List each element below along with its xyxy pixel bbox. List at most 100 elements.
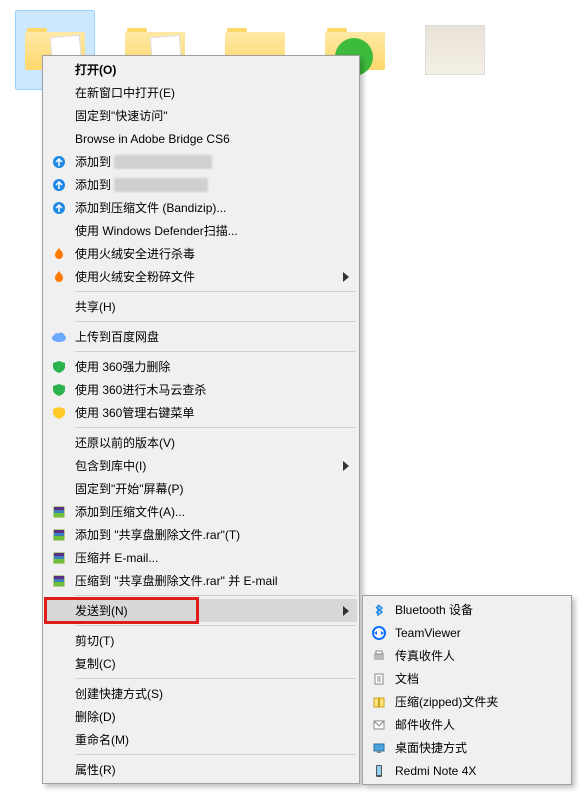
menu-item-label: 创建快捷方式(S): [75, 685, 327, 702]
menu-item-label: 固定到"开始"屏幕(P): [75, 480, 327, 497]
green-shield-icon: [49, 358, 69, 376]
menu-item-label: 共享(H): [75, 298, 327, 315]
green-shield-icon: [49, 381, 69, 399]
menu-item[interactable]: 创建快捷方式(S): [45, 682, 357, 705]
submenu-item-label: Bluetooth 设备: [395, 601, 539, 618]
yellow-shield-icon: [49, 404, 69, 422]
blank-icon: [49, 708, 69, 726]
blue-circle-icon: [49, 153, 69, 171]
menu-item-label: 压缩并 E-mail...: [75, 549, 327, 566]
blank-icon: [49, 480, 69, 498]
menu-separator: [75, 321, 356, 322]
menu-item[interactable]: 使用 360管理右键菜单: [45, 401, 357, 424]
menu-item-label: 添加到 XXXXXXXXXX .Z: [75, 176, 327, 193]
menu-item[interactable]: 删除(D): [45, 705, 357, 728]
doc-icon: [369, 670, 389, 688]
menu-item-label: 属性(R): [75, 761, 327, 778]
submenu-item-label: TeamViewer: [395, 626, 539, 640]
submenu-item[interactable]: TeamViewer: [365, 621, 569, 644]
menu-item[interactable]: 添加到 "共享盘删除文件.rar"(T): [45, 523, 357, 546]
menu-item-label: 添加到压缩文件 (Bandizip)...: [75, 199, 327, 216]
zip-icon: [369, 693, 389, 711]
menu-item[interactable]: 使用火绒安全粉碎文件: [45, 265, 357, 288]
menu-item[interactable]: 使用 360强力删除: [45, 355, 357, 378]
menu-item-label: 使用 360管理右键菜单: [75, 404, 327, 421]
menu-item[interactable]: 重命名(M): [45, 728, 357, 751]
menu-item-label: 使用火绒安全粉碎文件: [75, 268, 327, 285]
blank-icon: [49, 655, 69, 673]
fax-icon: [369, 647, 389, 665]
menu-item[interactable]: 添加到压缩文件(A)...: [45, 500, 357, 523]
menu-item-label: 复制(C): [75, 655, 327, 672]
menu-item[interactable]: 共享(H): [45, 295, 357, 318]
submenu-item[interactable]: 文档: [365, 667, 569, 690]
menu-item[interactable]: 固定到"开始"屏幕(P): [45, 477, 357, 500]
menu-separator: [75, 595, 356, 596]
submenu-item[interactable]: 桌面快捷方式: [365, 736, 569, 759]
submenu-item-label: 邮件收件人: [395, 716, 539, 733]
submenu-item[interactable]: 邮件收件人: [365, 713, 569, 736]
blank-icon: [49, 84, 69, 102]
submenu-item[interactable]: Redmi Note 4X: [365, 759, 569, 782]
blank-icon: [49, 298, 69, 316]
menu-item-label: 使用 360进行木马云查杀: [75, 381, 327, 398]
blank-icon: [49, 731, 69, 749]
menu-item[interactable]: 使用 Windows Defender扫描...: [45, 219, 357, 242]
menu-item[interactable]: 发送到(N): [45, 599, 357, 622]
blank-icon: [49, 632, 69, 650]
menu-item[interactable]: 固定到"快速访问": [45, 104, 357, 127]
menu-item-label: 使用 Windows Defender扫描...: [75, 222, 327, 239]
send-to-submenu: Bluetooth 设备 TeamViewer 传真收件人文档压缩(zipped)文…: [362, 595, 572, 785]
menu-item[interactable]: 压缩并 E-mail...: [45, 546, 357, 569]
menu-item[interactable]: 上传到百度网盘: [45, 325, 357, 348]
blank-icon: [49, 130, 69, 148]
menu-item-label: 压缩到 "共享盘删除文件.rar" 并 E-mail: [75, 572, 327, 589]
menu-item[interactable]: 打开(O): [45, 58, 357, 81]
menu-item[interactable]: 使用 360进行木马云查杀: [45, 378, 357, 401]
teamviewer-icon: [369, 624, 389, 642]
submenu-item[interactable]: Bluetooth 设备: [365, 598, 569, 621]
menu-item[interactable]: 属性(R): [45, 758, 357, 781]
menu-item-label: 还原以前的版本(V): [75, 434, 327, 451]
rar-icon: [49, 526, 69, 544]
submenu-item[interactable]: 传真收件人: [365, 644, 569, 667]
blank-icon: [49, 685, 69, 703]
submenu-item-label: Redmi Note 4X: [395, 764, 539, 778]
rar-icon: [49, 503, 69, 521]
menu-item[interactable]: 复制(C): [45, 652, 357, 675]
blank-icon: [49, 457, 69, 475]
menu-item[interactable]: 添加到 XXXXXXXXXX .Z: [45, 173, 357, 196]
menu-item-label: 固定到"快速访问": [75, 107, 327, 124]
chevron-right-icon: [343, 272, 349, 282]
chevron-right-icon: [343, 461, 349, 471]
desktop-icon: [369, 739, 389, 757]
menu-item[interactable]: 使用火绒安全进行杀毒: [45, 242, 357, 265]
submenu-item[interactable]: 压缩(zipped)文件夹: [365, 690, 569, 713]
menu-item[interactable]: 还原以前的版本(V): [45, 431, 357, 454]
menu-item[interactable]: 添加到压缩文件 (Bandizip)...: [45, 196, 357, 219]
menu-item[interactable]: Browse in Adobe Bridge CS6: [45, 127, 357, 150]
menu-item-label: 添加到压缩文件(A)...: [75, 503, 327, 520]
menu-item-label: 发送到(N): [75, 602, 327, 619]
menu-item-label: 上传到百度网盘: [75, 328, 327, 345]
menu-item[interactable]: 添加到 XXXXXXXXXX.rar: [45, 150, 357, 173]
menu-item-label: Browse in Adobe Bridge CS6: [75, 132, 327, 146]
menu-separator: [75, 427, 356, 428]
menu-item-label: 使用火绒安全进行杀毒: [75, 245, 327, 262]
menu-item[interactable]: 在新窗口中打开(E): [45, 81, 357, 104]
flame-icon: [49, 245, 69, 263]
menu-item-label: 打开(O): [75, 61, 327, 78]
blank-icon: [49, 61, 69, 79]
context-menu: 打开(O) 在新窗口中打开(E) 固定到"快速访问" Browse in Adobe …: [42, 55, 360, 784]
blank-icon: [49, 434, 69, 452]
menu-item[interactable]: 包含到库中(I): [45, 454, 357, 477]
menu-separator: [75, 754, 356, 755]
menu-separator: [75, 678, 356, 679]
menu-item[interactable]: 剪切(T): [45, 629, 357, 652]
menu-item-label: 添加到 "共享盘删除文件.rar"(T): [75, 526, 327, 543]
submenu-item-label: 压缩(zipped)文件夹: [395, 693, 539, 710]
menu-item[interactable]: 压缩到 "共享盘删除文件.rar" 并 E-mail: [45, 569, 357, 592]
mail-icon: [369, 716, 389, 734]
image-thumbnail[interactable]: [415, 10, 495, 90]
blank-icon: [49, 222, 69, 240]
